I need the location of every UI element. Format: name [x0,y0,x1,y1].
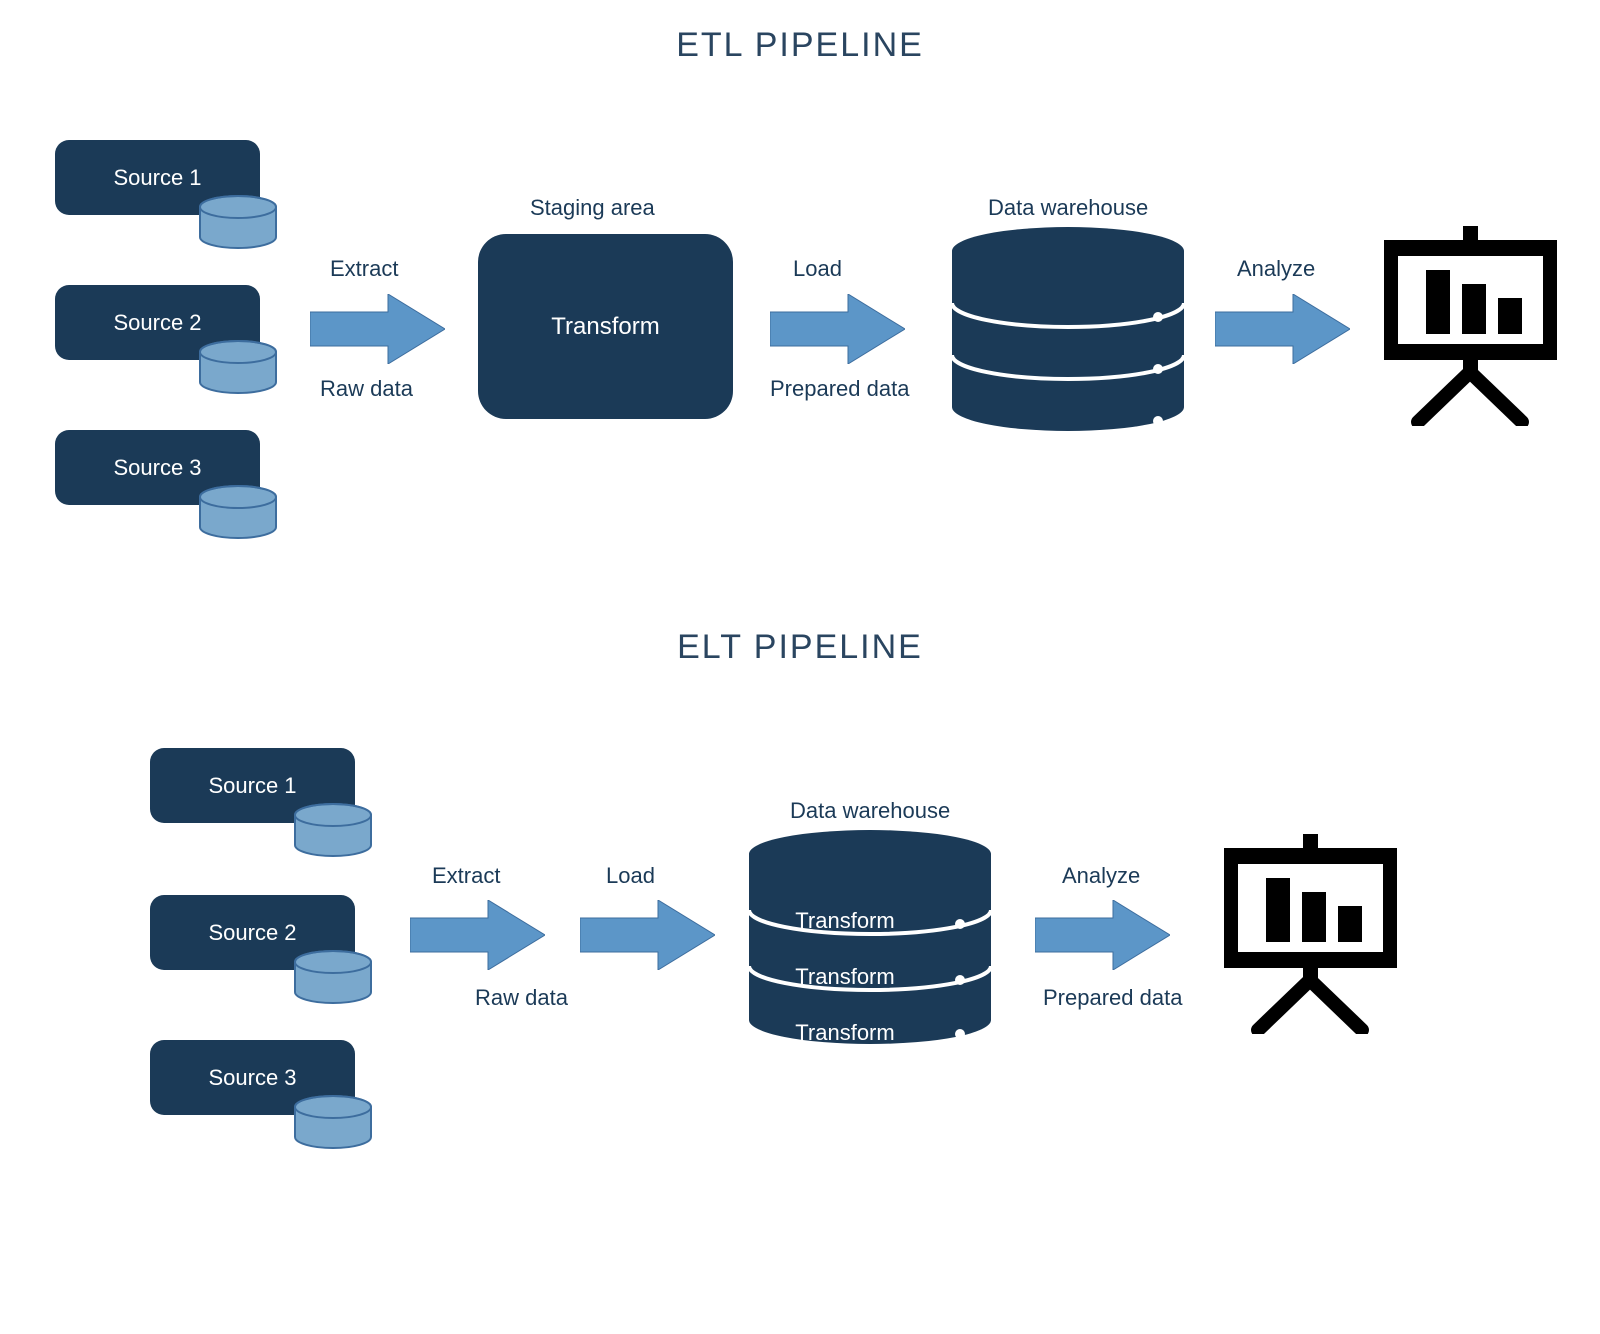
elt-warehouse-title: Data warehouse [790,798,950,824]
database-icon: Transform Transform Transform [745,828,995,1053]
etl-prepared-label: Prepared data [770,376,909,402]
database-icon [293,803,373,853]
arrow-icon [310,294,445,369]
etl-staging-title: Staging area [530,195,655,221]
presentation-chart-icon [1378,226,1563,431]
svg-text:Transform: Transform [795,908,894,933]
elt-analyze-label: Analyze [1062,863,1140,889]
elt-rawdata-label: Raw data [475,985,568,1011]
database-icon [293,1095,373,1145]
etl-rawdata-label: Raw data [320,376,413,402]
etl-load-label: Load [793,256,842,282]
etl-extract-label: Extract [330,256,398,282]
etl-title: ETL PIPELINE [676,26,924,65]
etl-staging-box: Transform [478,234,733,419]
database-icon [948,225,1188,440]
arrow-icon [1035,900,1170,975]
elt-title: ELT PIPELINE [677,628,923,667]
database-icon [198,485,278,535]
svg-text:Transform: Transform [795,964,894,989]
presentation-chart-icon [1218,834,1403,1039]
elt-extract-label: Extract [432,863,500,889]
database-icon [293,950,373,1000]
arrow-icon [580,900,715,975]
arrow-icon [770,294,905,369]
etl-warehouse-title: Data warehouse [988,195,1148,221]
arrow-icon [1215,294,1350,369]
database-icon [198,195,278,245]
arrow-icon [410,900,545,975]
svg-text:Transform: Transform [795,1020,894,1045]
database-icon [198,340,278,390]
elt-prepared-label: Prepared data [1043,985,1182,1011]
etl-analyze-label: Analyze [1237,256,1315,282]
elt-load-label: Load [606,863,655,889]
